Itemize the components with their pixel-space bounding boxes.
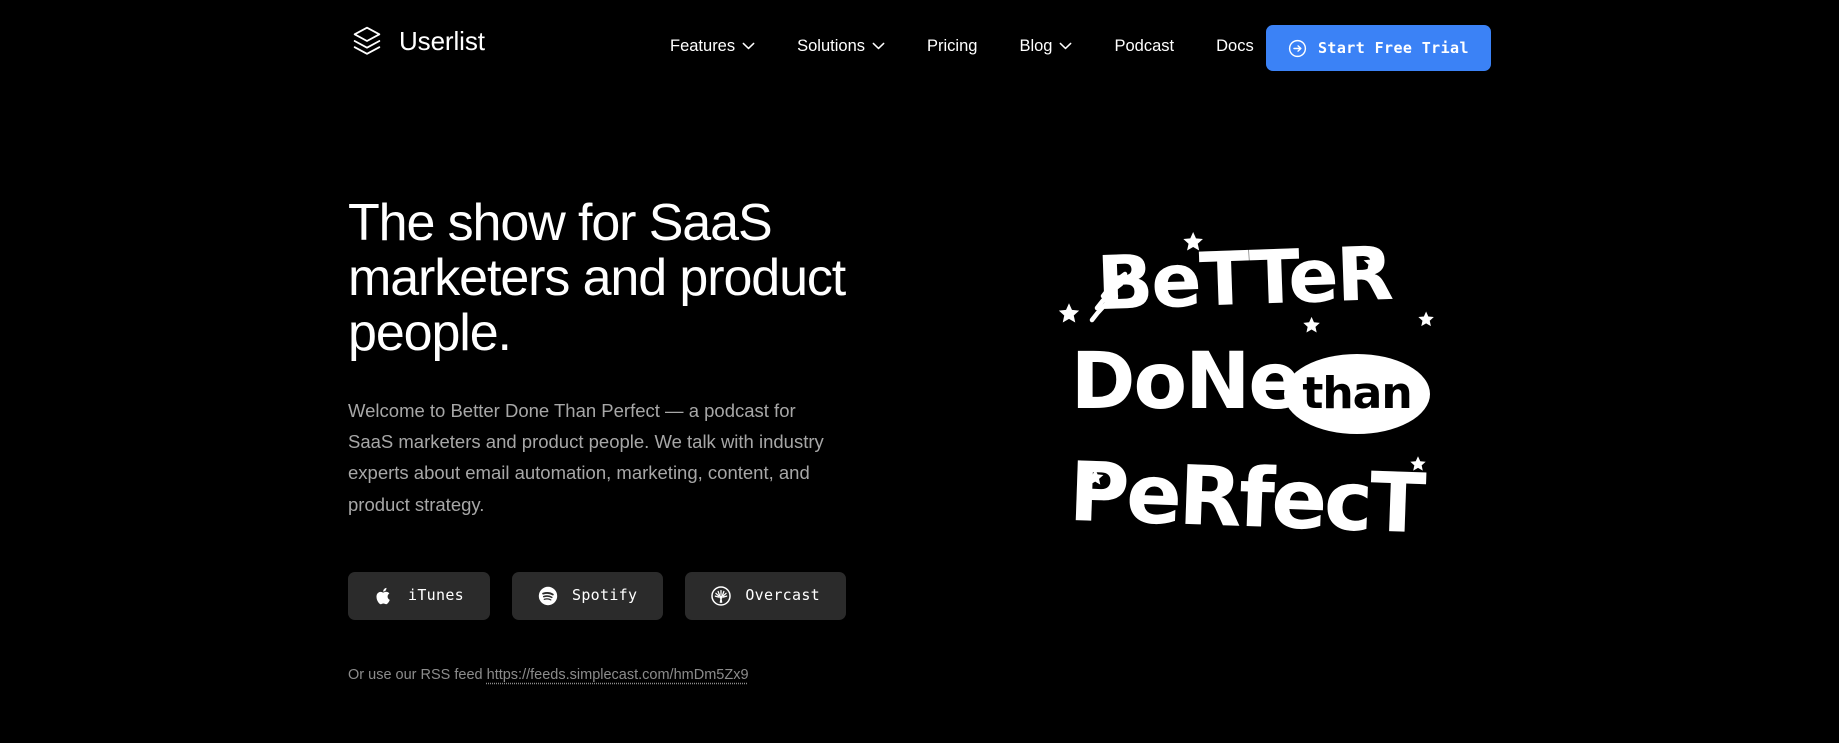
svg-text:PeRfecT: PeRfecT — [1068, 445, 1428, 552]
stacked-layers-icon — [348, 22, 386, 60]
spotify-icon — [538, 586, 558, 606]
start-free-trial-button[interactable]: Start Free Trial — [1266, 25, 1491, 71]
rss-feed-prefix: Or use our RSS feed — [348, 666, 483, 683]
rss-feed-link[interactable]: https://feeds.simplecast.com/hmDm5Zx9 — [487, 667, 749, 683]
nav-item-pricing[interactable]: Pricing — [927, 30, 977, 63]
artwork-word-perfect: PeRfecT — [1068, 445, 1428, 552]
itunes-button[interactable]: iTunes — [348, 571, 490, 620]
artwork-word-done: DoNe — [1071, 337, 1302, 427]
nav-label-features: Features — [670, 37, 736, 55]
brand-logo-link[interactable]: Userlist — [348, 22, 485, 60]
site-header: Userlist Features Solutions Pricing Blog… — [0, 0, 1839, 96]
hero-section: The show for SaaS marketers and product … — [0, 96, 1839, 743]
podcast-landing-page: Userlist Features Solutions Pricing Blog… — [0, 0, 1839, 743]
arrow-right-circle-icon — [1288, 39, 1307, 58]
svg-text:than: than — [1302, 368, 1411, 419]
artwork-word-than: than — [1284, 354, 1430, 434]
overcast-icon — [711, 585, 732, 606]
rss-feed-line: Or use our RSS feed https://feeds.simple… — [348, 665, 988, 687]
main-navigation: Features Solutions Pricing Blog Podcast … — [670, 30, 1347, 63]
hero-copy: The show for SaaS marketers and product … — [348, 194, 988, 687]
nav-label-solutions: Solutions — [797, 37, 866, 55]
nav-item-blog[interactable]: Blog — [1019, 30, 1072, 63]
chevron-down-icon — [742, 42, 755, 50]
nav-label-docs: Docs — [1216, 37, 1254, 55]
podcast-platform-links: iTunes Spotify Overcast — [348, 571, 988, 620]
chevron-down-icon — [1059, 42, 1072, 50]
itunes-label: iTunes — [408, 586, 464, 605]
nav-label-podcast: Podcast — [1114, 37, 1175, 55]
svg-text:DoNe: DoNe — [1071, 337, 1300, 427]
spotify-button[interactable]: Spotify — [512, 571, 664, 620]
nav-item-features[interactable]: Features — [670, 30, 755, 63]
overcast-button[interactable]: Overcast — [685, 571, 846, 620]
overcast-label: Overcast — [745, 586, 820, 605]
nav-label-blog: Blog — [1019, 37, 1053, 55]
nav-item-podcast[interactable]: Podcast — [1114, 30, 1174, 63]
artwork-word-better: BeTTeR — [1095, 231, 1393, 327]
nav-item-solutions[interactable]: Solutions — [797, 30, 885, 63]
hero-description: Welcome to Better Done Than Perfect — a … — [348, 400, 824, 515]
svg-text:BeTTeR: BeTTeR — [1095, 231, 1393, 327]
chevron-down-icon — [872, 42, 885, 50]
page-title: The show for SaaS marketers and product … — [348, 194, 846, 363]
apple-icon — [374, 586, 394, 606]
start-free-trial-label: Start Free Trial — [1318, 38, 1469, 57]
nav-item-docs[interactable]: Docs — [1216, 30, 1254, 63]
podcast-artwork: .ltr { fill:#ffffff; font-family:"DejaVu… — [1040, 196, 1450, 606]
brand-name: Userlist — [399, 26, 485, 56]
spotify-label: Spotify — [572, 586, 638, 605]
nav-label-pricing: Pricing — [927, 37, 978, 55]
